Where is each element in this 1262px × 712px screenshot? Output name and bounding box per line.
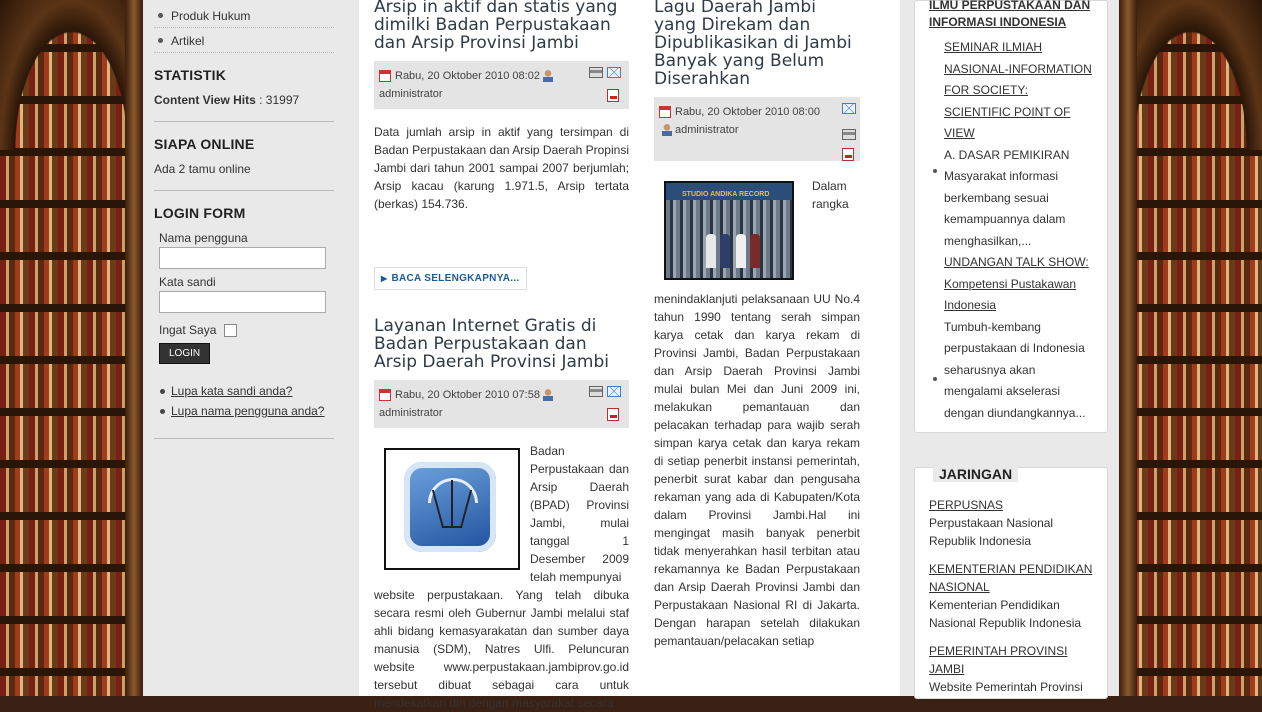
bookshelf-background-right xyxy=(1119,0,1262,696)
user-icon xyxy=(542,389,553,402)
left-sidebar: Produk Hukum Artikel STATISTIK Content V… xyxy=(154,0,334,440)
bullet-icon xyxy=(933,377,937,381)
network-desc: Kementerian Pendidikan Nasional Republik… xyxy=(929,598,1082,630)
article-date: Rabu, 20 Oktober 2010 07:58 xyxy=(395,389,540,401)
article-body: Data jumlah arsip in aktif yang tersimpa… xyxy=(374,125,629,211)
remember-me-row: Ingat Saya xyxy=(159,323,334,338)
statistik-module: STATISTIK Content View Hits : 31997 xyxy=(154,53,334,122)
menu-item-label: Produk Hukum xyxy=(171,9,251,23)
calendar-icon xyxy=(379,389,391,402)
network-item: KEMENTERIAN PENDIDIKAN NASIONAL Kementer… xyxy=(929,560,1097,632)
siapa-online-module: SIAPA ONLINE Ada 2 tamu online xyxy=(154,122,334,191)
photo-sign-text: STUDIO ANDIKA RECORD xyxy=(682,191,770,198)
left-menu: Produk Hukum Artikel xyxy=(154,0,334,53)
user-icon xyxy=(662,124,672,137)
network-link[interactable]: PERPUSNAS xyxy=(929,498,1003,512)
statistik-title: STATISTIK xyxy=(154,67,227,83)
online-guests-text: Ada 2 tamu online xyxy=(154,162,251,176)
login-form-title: LOGIN FORM xyxy=(154,205,246,221)
username-input[interactable] xyxy=(159,247,326,269)
article-meta: Rabu, 20 Oktober 2010 08:00 administrator xyxy=(654,97,860,161)
ipi-news-module: ILMU PERPUSTAKAAN DAN INFORMASI INDONESI… xyxy=(914,0,1108,433)
content-view-hits-value: : 31997 xyxy=(255,93,300,107)
read-more-label: BACA SELENGKAPNYA... xyxy=(391,273,520,284)
article-internet: Layanan Internet Gratis di Badan Perpust… xyxy=(374,317,629,712)
forgot-username-link[interactable]: Lupa nama pengguna anda? xyxy=(171,404,324,418)
article-author: administrator xyxy=(675,124,739,136)
remember-me-checkbox[interactable] xyxy=(223,324,237,338)
bullet-icon xyxy=(160,408,165,414)
record-store-photo: STUDIO ANDIKA RECORD xyxy=(664,181,794,280)
network-link[interactable]: KEMENTERIAN PENDIDIKAN NASIONAL xyxy=(929,562,1092,594)
bullet-icon xyxy=(160,388,165,394)
print-icon[interactable] xyxy=(589,67,603,78)
calendar-icon xyxy=(659,106,671,119)
article-column-left: Arsip in aktif dan statis yang dimilki B… xyxy=(374,0,629,712)
article-actions xyxy=(838,103,856,161)
article-lagu-daerah: Lagu Daerah Jambi yang Direkam dan Dipub… xyxy=(654,0,860,650)
ipi-news-list: SEMINAR ILMIAH NASIONAL-INFORMATION FOR … xyxy=(915,37,1107,424)
page-container: Produk Hukum Artikel STATISTIK Content V… xyxy=(143,0,1119,710)
network-link[interactable]: PEMERINTAH PROVINSI JAMBI xyxy=(929,644,1067,676)
article-date: Rabu, 20 Oktober 2010 08:00 xyxy=(675,106,820,118)
bookshelf-background-left xyxy=(0,0,143,696)
article-actions xyxy=(585,386,625,422)
bullet-icon xyxy=(933,169,937,173)
network-desc: Perpustakaan Nasional Republik Indonesia xyxy=(929,516,1054,548)
print-icon[interactable] xyxy=(589,386,603,397)
network-desc: Website Pemerintah Provinsi xyxy=(929,680,1083,694)
article-author: administrator xyxy=(379,88,443,100)
main-content: Arsip in aktif dan statis yang dimilki B… xyxy=(359,0,900,710)
article-meta: Rabu, 20 Oktober 2010 08:02 administrato… xyxy=(374,61,629,109)
article-title[interactable]: Arsip in aktif dan statis yang dimilki B… xyxy=(374,0,629,52)
article-arsip: Arsip in aktif dan statis yang dimilki B… xyxy=(374,0,629,290)
article-date: Rabu, 20 Oktober 2010 08:02 xyxy=(395,70,540,82)
pdf-icon[interactable] xyxy=(607,408,619,421)
article-body: website perpustakaan. Yang telah dibuka … xyxy=(374,588,629,710)
menu-item-produk-hukum[interactable]: Produk Hukum xyxy=(154,0,334,28)
forgot-password-link[interactable]: Lupa kata sandi anda? xyxy=(171,384,292,398)
remember-me-label: Ingat Saya xyxy=(159,323,217,337)
article-title[interactable]: Layanan Internet Gratis di Badan Perpust… xyxy=(374,317,629,371)
calendar-icon xyxy=(379,70,391,83)
password-input[interactable] xyxy=(159,291,326,313)
wireless-antenna-image xyxy=(384,448,520,570)
arrow-right-icon: ▶ xyxy=(381,274,388,283)
article-title[interactable]: Lagu Daerah Jambi yang Direkam dan Dipub… xyxy=(654,0,860,88)
email-icon[interactable] xyxy=(607,67,621,78)
bullet-icon xyxy=(158,38,163,44)
jaringan-title: JARINGAN xyxy=(933,466,1019,482)
right-sidebar: ILMU PERPUSTAKAAN DAN INFORMASI INDONESI… xyxy=(914,0,1108,699)
email-icon[interactable] xyxy=(842,103,856,114)
network-item: PEMERINTAH PROVINSI JAMBI Website Pemeri… xyxy=(929,642,1097,696)
menu-item-artikel[interactable]: Artikel xyxy=(154,28,334,53)
news-excerpt: A. DASAR PEMIKIRAN Masyarakat informasi … xyxy=(944,147,1070,248)
news-link[interactable]: UNDANGAN TALK SHOW: Kompetensi Pustakawa… xyxy=(944,255,1089,312)
pdf-icon[interactable] xyxy=(842,148,854,161)
article-author: administrator xyxy=(379,407,443,419)
pdf-icon[interactable] xyxy=(607,89,619,102)
article-column-right: Lagu Daerah Jambi yang Direkam dan Dipub… xyxy=(654,0,860,650)
login-form-module: LOGIN FORM Nama pengguna Kata sandi Inga… xyxy=(154,191,334,440)
login-help-links: Lupa kata sandi anda? Lupa nama pengguna… xyxy=(154,384,334,438)
password-label: Kata sandi xyxy=(159,275,216,289)
news-excerpt: Tumbuh-kembang perpustakaan di Indonesia… xyxy=(944,319,1086,420)
article-actions xyxy=(585,67,625,103)
print-icon[interactable] xyxy=(842,129,856,140)
jaringan-module: JARINGAN PERPUSNAS Perpustakaan Nasional… xyxy=(914,466,1108,699)
email-icon[interactable] xyxy=(607,386,621,397)
ipi-link[interactable]: ILMU PERPUSTAKAAN DAN INFORMASI INDONESI… xyxy=(915,0,1107,31)
siapa-online-title: SIAPA ONLINE xyxy=(154,136,255,152)
read-more-button[interactable]: ▶ BACA SELENGKAPNYA... xyxy=(374,267,527,290)
login-button[interactable]: LOGIN xyxy=(159,343,211,365)
menu-item-label: Artikel xyxy=(171,34,205,48)
article-meta: Rabu, 20 Oktober 2010 07:58 administrato… xyxy=(374,380,629,428)
news-link[interactable]: SEMINAR ILMIAH NASIONAL-INFORMATION FOR … xyxy=(944,40,1092,140)
user-icon xyxy=(542,70,553,83)
bullet-icon xyxy=(158,13,163,19)
username-label: Nama pengguna xyxy=(159,231,248,245)
content-view-hits-label: Content View Hits xyxy=(154,93,256,107)
network-item: PERPUSNAS Perpustakaan Nasional Republik… xyxy=(929,496,1097,550)
article-body: menindaklanjuti pelaksanaan UU No.4 tahu… xyxy=(654,292,860,648)
